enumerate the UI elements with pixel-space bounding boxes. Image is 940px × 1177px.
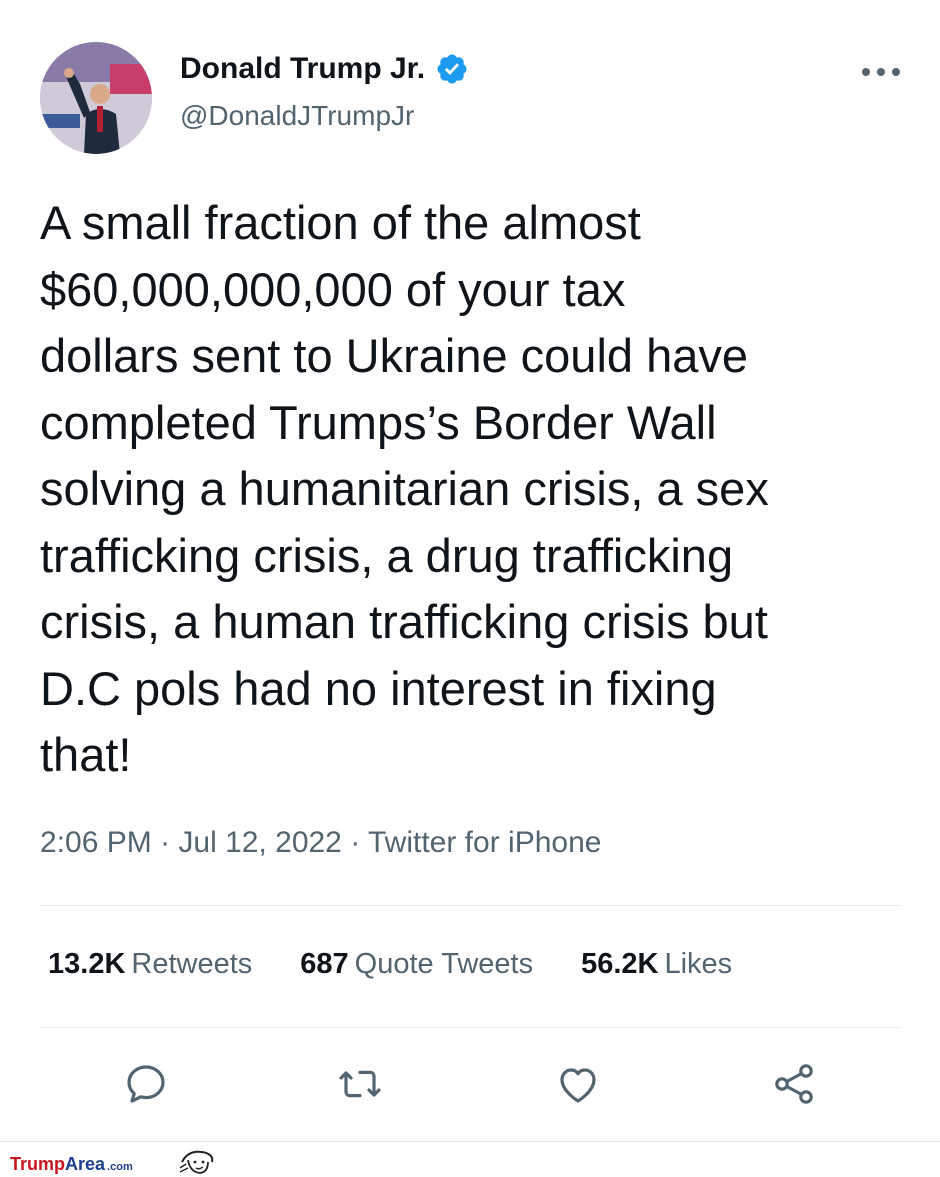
tweet-meta: 2:06 PM · Jul 12, 2022 · Twitter for iPh… (40, 826, 601, 860)
more-options-button[interactable] (856, 52, 906, 92)
like-button[interactable] (554, 1060, 602, 1108)
retweets-count: 13.2K (48, 948, 126, 980)
author-handle[interactable]: @DonaldJTrumpJr (180, 100, 414, 132)
likes-count: 56.2K (581, 948, 659, 980)
tweet-stats: 13.2K Retweets 687 Quote Tweets 56.2K Likes (48, 948, 732, 981)
likes-stat[interactable]: 56.2K Likes (581, 948, 732, 981)
share-button[interactable] (770, 1060, 818, 1108)
quote-tweets-count: 687 (300, 948, 349, 980)
like-icon (560, 1068, 596, 1103)
avatar-image (40, 42, 152, 154)
author-name-text[interactable]: Donald Trump Jr. (180, 52, 425, 86)
retweets-label: Retweets (131, 948, 253, 980)
meta-separator: · (151, 826, 179, 859)
divider (40, 905, 900, 906)
author-avatar[interactable] (40, 42, 152, 154)
retweet-icon (339, 1070, 381, 1098)
footer-brand-logo: Trump Area .com (10, 1154, 133, 1175)
mascot-caricature-icon (179, 1150, 214, 1174)
meta-separator: · (341, 826, 368, 859)
author-name[interactable]: Donald Trump Jr. (180, 52, 469, 86)
more-dots-icon (862, 68, 900, 76)
quote-tweets-label: Quote Tweets (354, 948, 534, 980)
reply-button[interactable] (122, 1060, 170, 1108)
brand-tld: .com (107, 1161, 133, 1173)
brand-part-1: Trump (10, 1154, 66, 1174)
retweet-button[interactable] (336, 1060, 384, 1108)
verified-badge-icon (437, 54, 467, 84)
quote-tweets-stat[interactable]: 687 Quote Tweets (300, 948, 533, 981)
tweet-date[interactable]: Jul 12, 2022 (178, 826, 341, 859)
brand-part-2: Area (65, 1154, 106, 1174)
likes-label: Likes (664, 948, 733, 980)
divider (40, 1027, 900, 1028)
retweets-stat[interactable]: 13.2K Retweets (48, 948, 252, 981)
tweet-time[interactable]: 2:06 PM (40, 826, 152, 859)
tweet-source[interactable]: Twitter for iPhone (368, 826, 601, 859)
footer-divider (0, 1141, 940, 1142)
tweet-text: A small fraction of the almost $60,000,0… (40, 196, 769, 781)
share-icon (775, 1064, 813, 1104)
reply-icon (127, 1065, 165, 1103)
